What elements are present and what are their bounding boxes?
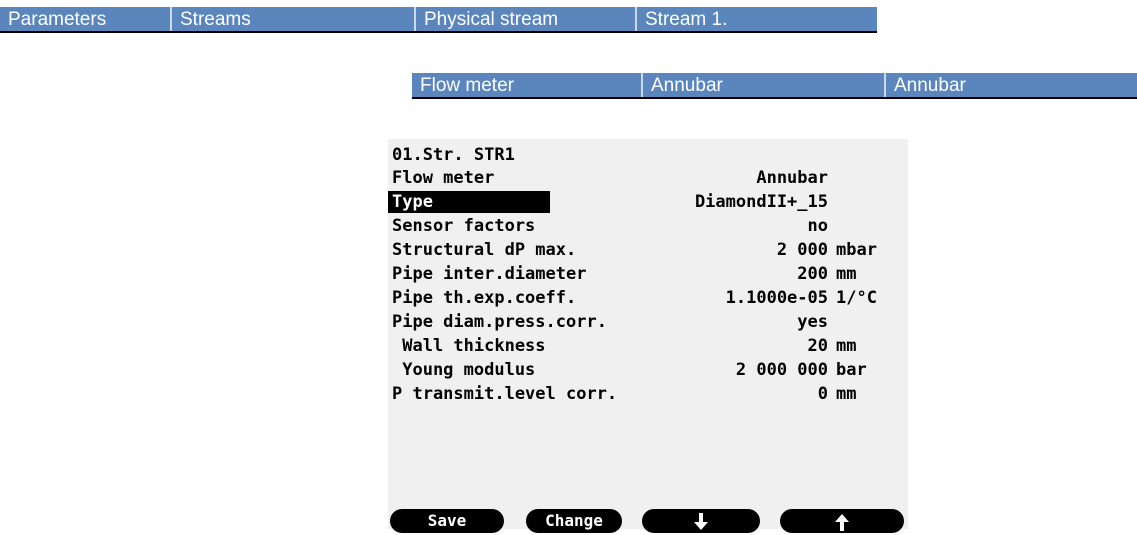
- breadcrumb-main: Parameters Streams Physical stream Strea…: [0, 7, 877, 33]
- lcd-row-value: 2 000: [776, 240, 828, 260]
- lcd-row-pipe-diameter[interactable]: Pipe inter.diameter 200 mm: [392, 263, 900, 285]
- arrow-up-icon: [835, 513, 849, 531]
- lcd-row-label: Pipe diam.press.corr.: [392, 312, 607, 332]
- lcd-row-unit: 1/°C: [836, 288, 877, 308]
- lcd-row-label-selected: Type: [388, 191, 550, 213]
- breadcrumb-annubar-type[interactable]: Annubar: [884, 73, 1137, 97]
- lcd-row-value: yes: [797, 312, 828, 332]
- lcd-row-label: Sensor factors: [392, 216, 536, 236]
- lcd-row-value: 0: [817, 384, 828, 404]
- save-button[interactable]: Save: [390, 509, 504, 533]
- lcd-row-label: Pipe th.exp.coeff.: [392, 288, 577, 308]
- lcd-row-level-corr[interactable]: P transmit.level corr. 0 mm: [392, 383, 900, 405]
- breadcrumb-annubar[interactable]: Annubar: [641, 73, 884, 97]
- lcd-title: 01.Str. STR1: [392, 145, 515, 165]
- lcd-row-value: Annubar: [756, 168, 828, 188]
- change-button[interactable]: Change: [526, 509, 622, 533]
- lcd-row-type[interactable]: Type DiamondII+_15: [388, 191, 900, 213]
- breadcrumb-flow-meter[interactable]: Flow meter: [412, 73, 641, 97]
- breadcrumb-physical-stream[interactable]: Physical stream: [414, 7, 635, 31]
- lcd-row-label: Young modulus: [392, 360, 536, 380]
- lcd-row-unit: bar: [836, 360, 867, 380]
- lcd-row-pipe-press-corr[interactable]: Pipe diam.press.corr. yes: [392, 311, 900, 333]
- arrow-down-icon: [694, 512, 708, 530]
- move-down-button[interactable]: [642, 509, 760, 533]
- lcd-row-value: no: [807, 216, 828, 236]
- lcd-row-unit: mm: [836, 336, 857, 356]
- device-lcd-screen: 01.Str. STR1 Flow meter Annubar Type Dia…: [388, 139, 908, 533]
- lcd-row-value: 2 000 000: [735, 360, 828, 380]
- lcd-row-value: 200: [797, 264, 828, 284]
- lcd-row-label: P transmit.level corr.: [392, 384, 618, 404]
- lcd-row-unit: mm: [836, 264, 857, 284]
- breadcrumb-parameters[interactable]: Parameters: [0, 7, 170, 31]
- lcd-row-label: Wall thickness: [392, 336, 546, 356]
- lcd-row-wall-thickness[interactable]: Wall thickness 20 mm: [392, 335, 900, 357]
- lcd-row-sensor-factors[interactable]: Sensor factors no: [392, 215, 900, 237]
- lcd-row-value: 20: [807, 336, 828, 356]
- lcd-row-young-modulus[interactable]: Young modulus 2 000 000 bar: [392, 359, 900, 381]
- lcd-row-value: DiamondII+_15: [694, 192, 828, 212]
- breadcrumb-sub: Flow meter Annubar Annubar: [412, 73, 1137, 99]
- lcd-row-pipe-exp-coeff[interactable]: Pipe th.exp.coeff. 1.1000e-05 1/°C: [392, 287, 900, 309]
- lcd-row-unit: mbar: [836, 240, 877, 260]
- lcd-row-value: 1.1000e-05: [725, 288, 828, 308]
- breadcrumb-streams[interactable]: Streams: [170, 7, 414, 31]
- move-up-button[interactable]: [780, 509, 904, 533]
- clipped-top-text: [0, 0, 140, 6]
- lcd-row-structural-dp[interactable]: Structural dP max. 2 000 mbar: [392, 239, 900, 261]
- softkey-bar: Save Change: [388, 509, 908, 535]
- lcd-row-label: Flow meter: [392, 168, 495, 188]
- breadcrumb-stream-1[interactable]: Stream 1.: [635, 7, 877, 31]
- lcd-row-label: Structural dP max.: [392, 240, 577, 260]
- lcd-row-unit: mm: [836, 384, 857, 404]
- lcd-row-label: Pipe inter.diameter: [392, 264, 587, 284]
- lcd-row-flow-meter[interactable]: Flow meter Annubar: [392, 167, 900, 189]
